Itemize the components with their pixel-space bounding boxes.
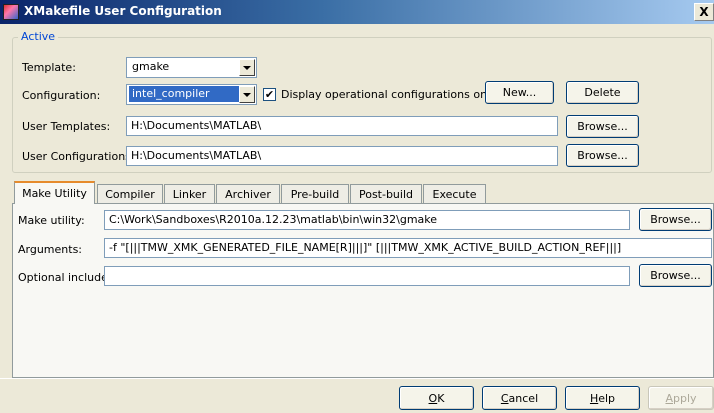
template-label: Template:	[22, 61, 76, 74]
tab-label: Post-build	[358, 188, 414, 201]
window-title: XMakefile User Configuration	[24, 4, 222, 18]
tab-execute[interactable]: Execute	[423, 184, 486, 204]
configuration-dropdown-arrow[interactable]	[239, 86, 255, 103]
tab-label: Execute	[432, 188, 477, 201]
tab-post-build[interactable]: Post-build	[350, 184, 422, 204]
make-utility-browse-button[interactable]: Browse...	[639, 208, 712, 231]
template-dropdown-arrow[interactable]	[239, 59, 255, 76]
optional-include-field[interactable]	[104, 266, 630, 286]
tab-make-utility[interactable]: Make Utility	[14, 181, 95, 204]
checkmark-icon: ✔	[264, 88, 275, 101]
make-utility-field[interactable]: C:\Work\Sandboxes\R2010a.12.23\matlab\bi…	[104, 210, 630, 230]
tab-label: Make Utility	[22, 187, 87, 200]
tab-label: Linker	[172, 188, 207, 201]
close-button[interactable]: X	[694, 3, 714, 21]
make-utility-label: Make utility:	[18, 214, 85, 227]
apply-button[interactable]: Apply	[648, 386, 714, 410]
user-templates-field[interactable]: H:\Documents\MATLAB\	[126, 116, 558, 136]
optional-include-browse-button[interactable]: Browse...	[639, 264, 712, 287]
optional-include-label: Optional include:	[18, 271, 112, 284]
help-mnemonic: H	[589, 391, 599, 405]
chevron-down-icon	[243, 65, 251, 70]
ok-label-rest: K	[437, 391, 445, 405]
cancel-label-rest: ancel	[508, 391, 539, 405]
tab-linker[interactable]: Linker	[164, 184, 215, 204]
tab-label: Archiver	[225, 188, 271, 201]
delete-button[interactable]: Delete	[566, 81, 639, 104]
configuration-value: intel_compiler	[129, 86, 239, 102]
footer-separator	[0, 378, 714, 379]
help-button[interactable]: Help	[565, 386, 640, 410]
user-configurations-browse-button[interactable]: Browse...	[566, 144, 639, 167]
tab-compiler[interactable]: Compiler	[97, 184, 163, 204]
configuration-label: Configuration:	[22, 89, 101, 102]
user-configurations-field[interactable]: H:\Documents\MATLAB\	[126, 146, 558, 166]
tab-label: Compiler	[105, 188, 155, 201]
display-operational-checkbox[interactable]: ✔	[263, 88, 276, 101]
apply-label-rest: pply	[673, 391, 697, 405]
ok-mnemonic: O	[428, 391, 438, 405]
tab-label: Pre-build	[290, 188, 340, 201]
chevron-down-icon	[243, 92, 251, 97]
app-icon	[3, 4, 19, 20]
arguments-field[interactable]: -f "[|||TMW_XMK_GENERATED_FILE_NAME[R]||…	[104, 238, 712, 258]
arguments-label: Arguments:	[18, 243, 83, 256]
template-dropdown[interactable]: gmake	[126, 57, 257, 78]
apply-mnemonic: A	[665, 391, 673, 405]
cancel-button[interactable]: Cancel	[482, 386, 557, 410]
user-templates-browse-button[interactable]: Browse...	[566, 115, 639, 138]
user-configurations-label: User Configurations:	[22, 150, 135, 163]
configuration-dropdown[interactable]: intel_compiler	[126, 84, 257, 105]
display-operational-label: Display operational configurations only	[281, 88, 497, 101]
template-value: gmake	[132, 60, 170, 73]
user-templates-label: User Templates:	[22, 120, 111, 133]
cancel-mnemonic: C	[500, 391, 509, 405]
ok-button[interactable]: OK	[399, 386, 474, 410]
tab-pre-build[interactable]: Pre-build	[281, 184, 349, 204]
active-group-legend: Active	[18, 30, 59, 43]
tab-archiver[interactable]: Archiver	[216, 184, 280, 204]
new-button[interactable]: New...	[485, 81, 554, 104]
help-label-rest: elp	[598, 391, 616, 405]
